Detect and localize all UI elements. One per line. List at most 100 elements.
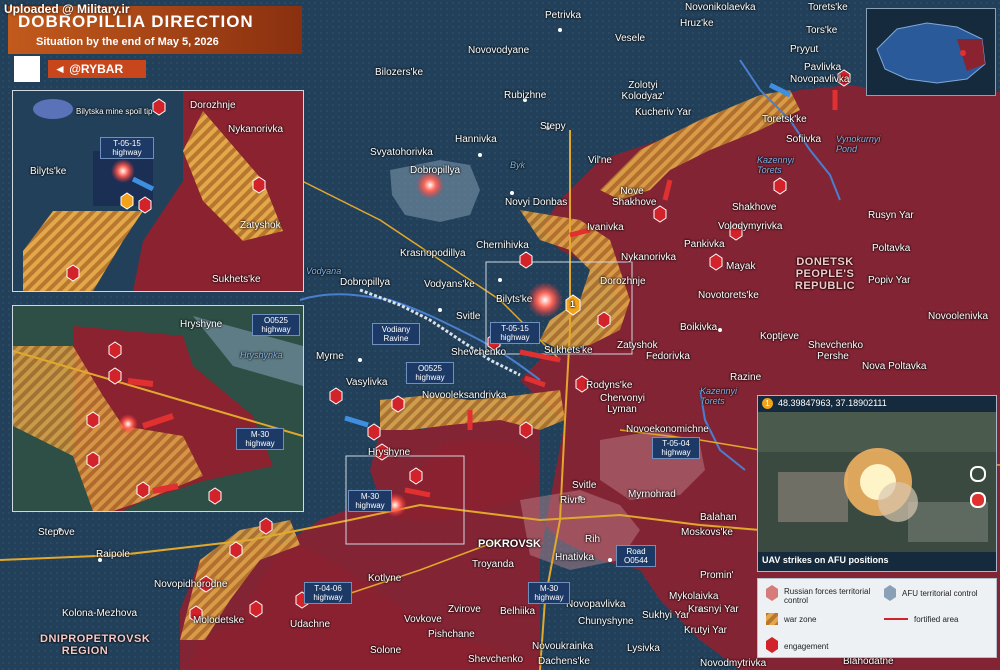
water-label-kazennyi-torets-south: Kazennyi Torets: [700, 386, 738, 406]
place-label: Shevchenko: [451, 347, 507, 358]
place-label: Popiv Yar: [868, 275, 911, 286]
inset2-highway-badge: O0525 highway: [252, 314, 300, 336]
place-label: Stepy: [540, 121, 566, 132]
place-label: Shevchenko Pershe: [808, 340, 864, 362]
inset1-engagement-marker: [252, 176, 266, 194]
inset2-attack-arrow: [127, 378, 154, 387]
place-label: Novyi Donbas: [505, 197, 568, 208]
settlement-dot: [358, 358, 362, 362]
place-label: Kotlyne: [368, 573, 402, 584]
place-label: Svitle: [572, 480, 597, 491]
place-label: Rubizhne: [504, 90, 547, 101]
overview-minimap: [866, 8, 996, 96]
legend-afu-swatch: [884, 585, 896, 601]
inset2-hryshyne: Hryshyne: [180, 319, 223, 330]
numbered-marker-label: 1: [570, 299, 576, 309]
legend-afu-label: AFU territorial control: [902, 589, 978, 598]
place-label: Fedorivka: [646, 351, 690, 362]
water-label-vynokurnyi-pond: Vynokurnyi Pond: [836, 134, 881, 154]
settlement-dot: [558, 28, 562, 32]
upload-watermark: Uploaded @ Military.ir: [4, 2, 130, 16]
settlement-dot: [478, 153, 482, 157]
place-label: Shevchenko: [468, 654, 524, 665]
place-label: Hruz'ke: [680, 18, 714, 29]
place-label: Chernihivka: [476, 240, 529, 251]
inset2-engagement-marker: [108, 367, 122, 385]
inset1-highway-badge: T-05-15 highway: [100, 137, 154, 159]
place-label: Lysivka: [627, 643, 660, 654]
inset1-numbered-marker: [120, 192, 134, 210]
place-label: Mykolaivka: [669, 591, 719, 602]
photo-record-icon[interactable]: [970, 492, 986, 508]
photo-caption-bar: UAV strikes on AFU positions: [758, 552, 996, 571]
photo-caption: UAV strikes on AFU positions: [762, 555, 889, 565]
place-label: Torets'ke: [808, 2, 848, 13]
place-label: Novooleksandrivka: [422, 390, 507, 401]
engagement-marker: [229, 541, 243, 559]
place-label: Belhiika: [500, 606, 536, 617]
place-label: Hnativka: [555, 552, 594, 563]
place-label: Troyanda: [472, 559, 514, 570]
place-label: Sukhyi Yar: [642, 610, 690, 621]
photo-controls[interactable]: [970, 466, 986, 526]
place-label: Novodmytrivka: [700, 658, 767, 669]
spoil-tip: [33, 99, 73, 119]
place-label: Dobropillya: [410, 165, 461, 176]
place-label: Chervonyi Lyman: [600, 393, 646, 415]
minimap-location-marker: [960, 50, 966, 56]
photo-marker: 1: [762, 398, 773, 409]
inset2-explosion-glow: [118, 414, 138, 434]
highway-badge-m30-south: M-30 highway: [528, 582, 570, 604]
place-label: Krasnopodillya: [400, 248, 466, 259]
place-label: Petrivka: [545, 10, 582, 21]
place-label: Novoolenivka: [928, 311, 989, 322]
place-label: Vil'ne: [588, 155, 612, 166]
region-label-dnipropetrovsk: DNIPROPETROVSK REGION: [40, 633, 151, 657]
place-label: Pryyut: [790, 44, 819, 55]
engagement-marker: [597, 311, 611, 329]
inset1-sukhetske: Sukhets'ke: [212, 274, 261, 285]
place-label: Dobropillya: [340, 277, 391, 288]
inset1-canvas: [13, 91, 303, 291]
inset2-engagement-marker: [86, 411, 100, 429]
highway-badge-o0525: O0525 highway: [406, 362, 454, 384]
place-label: Koptjeve: [760, 331, 799, 342]
water-label-vodyana: Vodyana: [306, 266, 342, 276]
place-label: Mayak: [726, 261, 756, 272]
inset2-canvas: [12, 306, 304, 511]
place-label: Molodetske: [193, 615, 245, 626]
region-label-dnr: DONETSK PEOPLE'S REPUBLIC: [794, 256, 856, 292]
place-label: Novovodyane: [468, 45, 530, 56]
legend-russian-swatch: [766, 585, 778, 601]
place-label: Dachens'ke: [538, 656, 590, 667]
road-badge-o0544: Road O0544: [616, 545, 656, 567]
place-label: Krutyi Yar: [684, 625, 727, 636]
photo-control-icon[interactable]: [970, 466, 986, 482]
channel-badge[interactable]: ◄ @RYBAR: [48, 60, 146, 78]
highway-badge-t0406: T-04-06 highway: [304, 582, 352, 604]
engagement-marker: [773, 177, 787, 195]
place-label: Bilyts'ke: [496, 294, 533, 305]
place-label: Sukhets'ke: [544, 345, 593, 356]
place-label: Novopidhorodne: [154, 579, 228, 590]
place-label: Solone: [370, 645, 402, 656]
place-label: Rih: [585, 534, 601, 545]
engagement-marker: [653, 205, 667, 223]
place-label: Svitle: [456, 311, 481, 322]
engagement-marker: [519, 251, 533, 269]
place-label: Nove Shakhove: [612, 186, 657, 208]
highway-badge-t0504: T-05-04 highway: [652, 437, 700, 459]
place-label: Zolotyi Kolodyaz': [621, 80, 665, 102]
legend-engagement-swatch: [766, 637, 778, 653]
place-label: Bilozers'ke: [375, 67, 424, 78]
map-legend: Russian forces territorial control AFU t…: [757, 578, 997, 658]
inset1-engagement-marker: [66, 264, 80, 282]
place-label: Vovkove: [404, 614, 442, 625]
place-label: Toretsk'ke: [762, 114, 807, 125]
strike-photo-panel[interactable]: 1 48.39847963, 37.18902111 UAV strikes o…: [757, 395, 997, 572]
place-label: Shakhove: [732, 202, 777, 213]
place-label: Nykanorivka: [621, 252, 677, 263]
telegram-icon: ◄: [54, 62, 70, 76]
place-label: Tors'ke: [806, 25, 838, 36]
engagement-marker: [249, 600, 263, 618]
